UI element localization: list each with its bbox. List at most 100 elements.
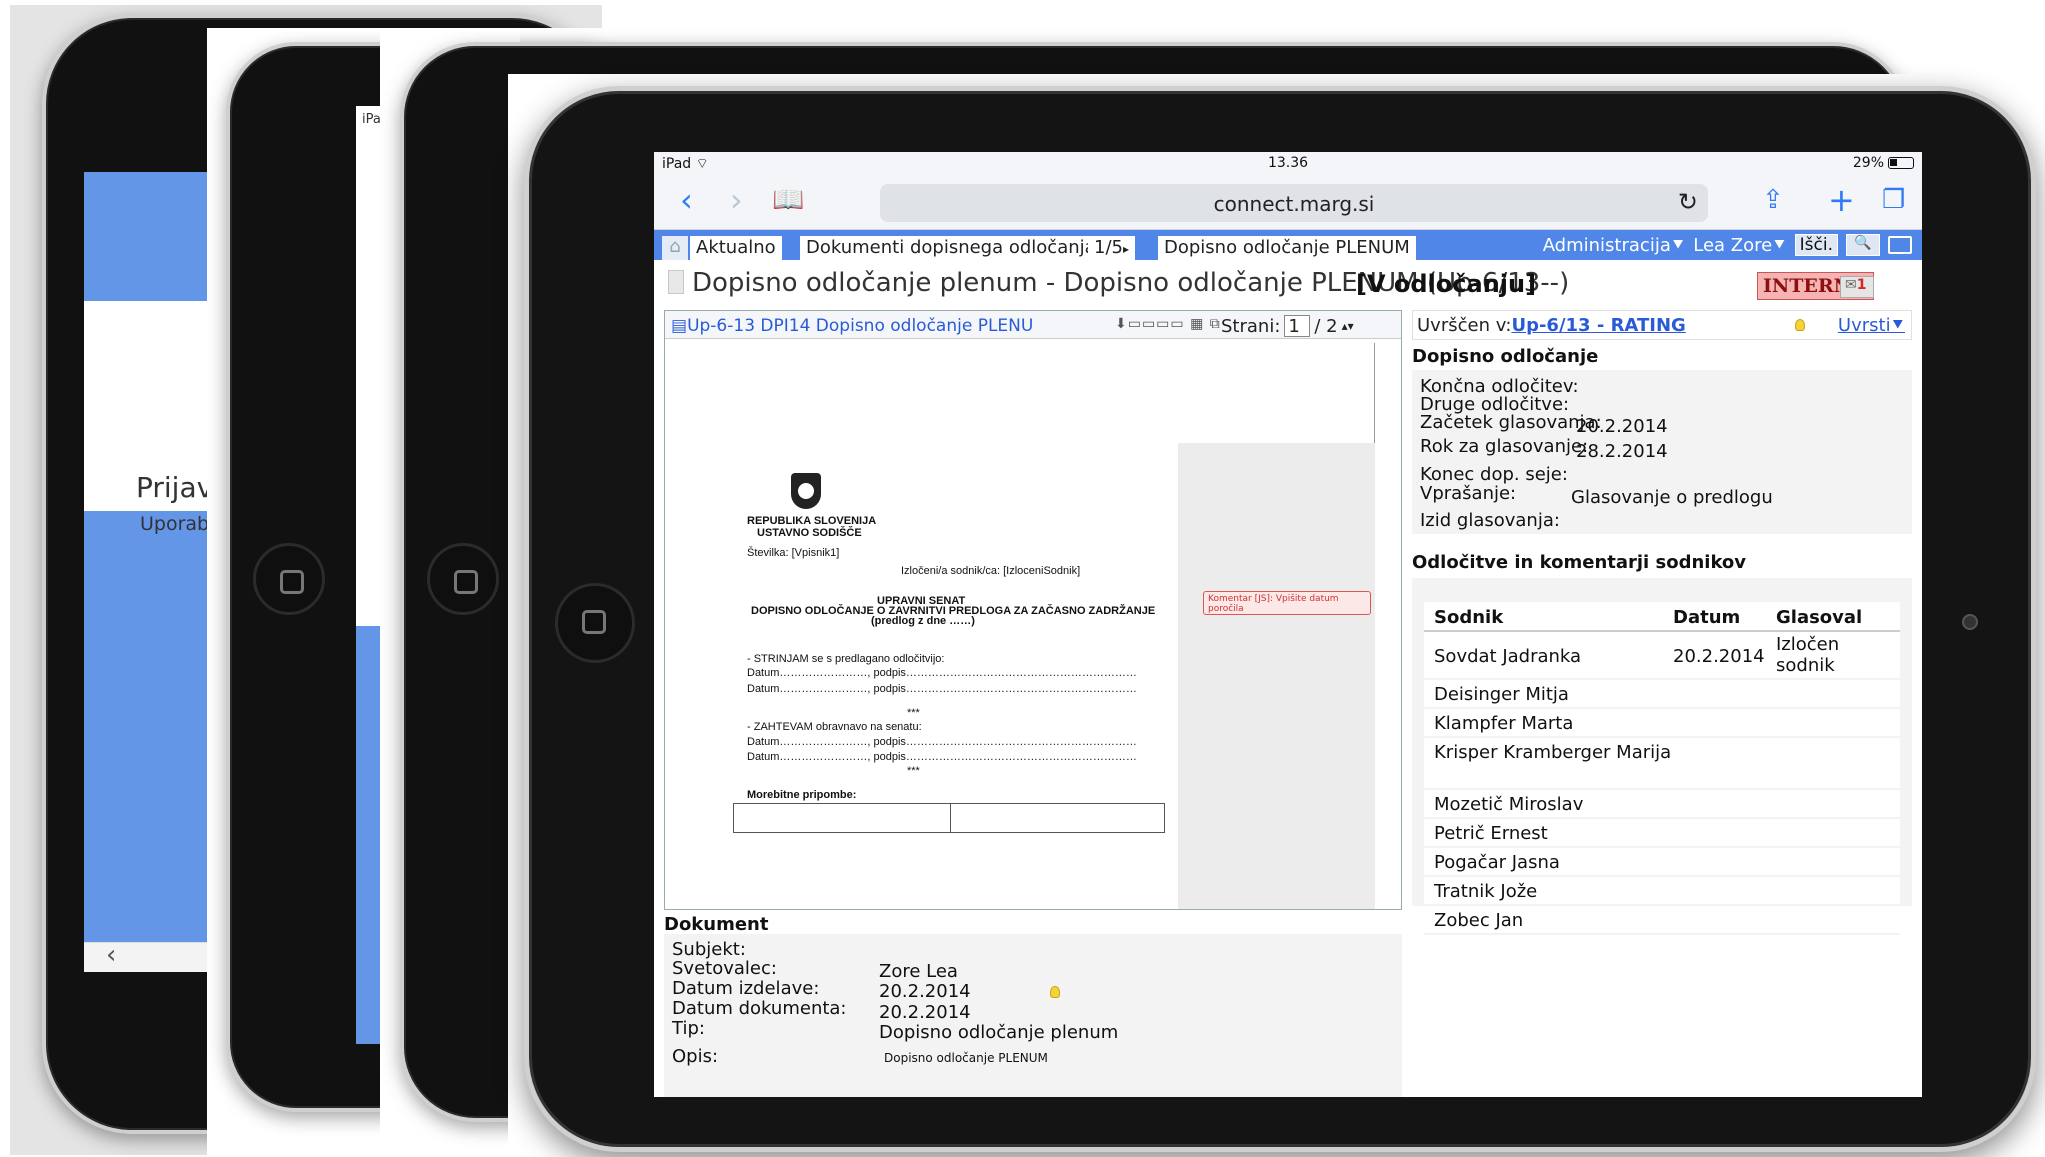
row-date: 20.2.2014 xyxy=(1673,646,1765,667)
login-card: Prijav Uporab xyxy=(84,301,213,535)
field-label-konec: Konec dop. seje: xyxy=(1420,464,1568,485)
table-row[interactable]: Deisinger Mitja xyxy=(1424,680,1900,709)
field-value-tip: Dopisno odločanje plenum xyxy=(879,1022,1119,1043)
status-bar: iPad ⌔ 13.36 29% xyxy=(654,152,1922,174)
doc-date-line: Datum……………………, podpis…………………………………………………… xyxy=(747,683,1137,695)
home-icon[interactable]: ⌂ xyxy=(662,236,688,260)
page-total: / 2 xyxy=(1314,315,1338,337)
column-header-sodnik[interactable]: Sodnik xyxy=(1434,607,1503,628)
field-value-rok: 28.2.2014 xyxy=(1576,441,1668,462)
lightbulb-icon[interactable] xyxy=(1795,319,1805,331)
table-row[interactable]: Krisper Kramberger Marija xyxy=(1424,738,1900,790)
table-row[interactable]: Tratnik Jože xyxy=(1424,877,1900,906)
field-label-svetovalec: Svetovalec: xyxy=(672,958,777,979)
doc-separator: *** xyxy=(907,765,920,777)
field-value-svetovalec: Zore Lea xyxy=(879,961,958,982)
row-judge: Pogačar Jasna xyxy=(1434,852,1560,873)
dokument-box: Subjekt: Svetovalec: Zore Lea Datum izde… xyxy=(664,934,1402,1097)
field-value-datum-dokumenta: 20.2.2014 xyxy=(879,1002,971,1023)
user-menu[interactable]: Lea Zore⯆ xyxy=(1693,235,1786,256)
row-vote: Izločen sodnik xyxy=(1776,634,1840,676)
classify-link[interactable]: Uvrsti⯆ xyxy=(1838,315,1905,336)
classification-bar: Uvrščen v:Up-6/13 - RATING Uvrsti⯆ xyxy=(1412,310,1912,340)
table-row[interactable]: Sovdat Jadranka 20.2.2014 Izločen sodnik xyxy=(1424,632,1900,680)
camera-icon xyxy=(1962,614,1978,630)
back-icon[interactable]: ‹ xyxy=(680,182,693,218)
home-button-icon xyxy=(253,543,325,615)
judges-table: Sodnik Datum Glasoval Sovdat Jadranka 20… xyxy=(1424,602,1900,935)
page-label: Strani: xyxy=(1221,315,1281,337)
forward-icon[interactable]: › xyxy=(730,182,743,218)
row-judge: Deisinger Mitja xyxy=(1434,684,1569,705)
breadcrumb-aktualno[interactable]: Aktualno xyxy=(690,236,782,260)
doc-comment[interactable]: Komentar [JS]: Vpišite datum poročila xyxy=(1203,591,1371,615)
field-label-izid: Izid glasovanja: xyxy=(1420,510,1560,531)
address-bar[interactable]: connect.marg.si ↻ xyxy=(880,184,1708,222)
bookmarks-icon[interactable]: 📖 xyxy=(772,182,804,218)
status-label: [V odločanju] xyxy=(1356,270,1537,298)
battery-icon xyxy=(1888,157,1914,169)
field-label-opis: Opis: xyxy=(672,1046,719,1067)
battery-percent: 29% xyxy=(1852,155,1884,171)
document-preview[interactable]: ▤Up-6-13 DPI14 Dopisno odločanje PLENU ⬇… xyxy=(664,310,1402,910)
table-row[interactable]: Klampfer Marta xyxy=(1424,709,1900,738)
app-navbar: ⌂ Aktualno Dokumenti dopisnega odločanja… xyxy=(654,230,1922,260)
field-label-subjekt: Subjekt: xyxy=(672,939,746,960)
back-icon: ‹ xyxy=(106,940,117,970)
home-button-icon xyxy=(427,543,499,615)
classified-link[interactable]: Up-6/13 - RATING xyxy=(1511,315,1685,336)
background-bottom-bar: ‹ xyxy=(84,940,208,972)
table-row[interactable]: Petrič Ernest xyxy=(1424,819,1900,848)
page-arrows-icon[interactable]: ▴▾ xyxy=(1342,319,1354,333)
odlocitve-heading: Odločitve in komentarji sodnikov xyxy=(1412,552,1747,573)
column-header-datum[interactable]: Datum xyxy=(1673,607,1740,628)
row-judge: Zobec Jan xyxy=(1434,910,1524,931)
login-title: Prijav xyxy=(136,471,214,504)
share-icon[interactable]: ⇪ xyxy=(1762,182,1784,218)
preview-tools-icon[interactable]: ⬇▭▭▭▭ ▦ ⧉ xyxy=(1115,316,1221,332)
lightbulb-icon[interactable] xyxy=(1050,986,1060,998)
dokument-heading: Dokument xyxy=(664,914,769,935)
field-label-vprasanje: Vprašanje: xyxy=(1420,483,1517,504)
monitor-icon[interactable] xyxy=(1888,236,1912,254)
doc-org-line-1: REPUBLIKA SLOVENIJA xyxy=(747,515,877,527)
search-options-icon[interactable]: 🔍 xyxy=(1846,234,1880,256)
search-button[interactable]: Išči. xyxy=(1794,234,1838,256)
document-icon xyxy=(668,270,684,294)
mail-icon[interactable]: ✉1 xyxy=(1840,276,1874,298)
new-tab-icon[interactable]: + xyxy=(1828,182,1855,218)
breadcrumb-current[interactable]: Dopisno odločanje PLENUM xyxy=(1158,236,1416,260)
page-navigator: Strani: 1 / 2 ▴▾ xyxy=(1221,315,1354,337)
breadcrumb-dokumenti[interactable]: Dokumenti dopisnega odločanja xyxy=(800,236,1102,260)
page-input[interactable]: 1 xyxy=(1284,315,1311,337)
admin-menu[interactable]: Administracija⯆ xyxy=(1543,235,1686,256)
table-header: Sodnik Datum Glasoval xyxy=(1424,602,1900,632)
doc-request: - ZAHTEVAM obravnavo na senatu: xyxy=(747,721,922,733)
row-judge: Mozetič Miroslav xyxy=(1434,794,1584,815)
table-row[interactable]: Zobec Jan xyxy=(1424,906,1900,935)
reload-icon[interactable]: ↻ xyxy=(1678,188,1698,216)
background-screen-1: Prijav Uporab ‹ xyxy=(84,172,213,972)
doc-excluded-judge: Izločeni/a sodnik/ca: [IzloceniSodnik] xyxy=(901,565,1081,577)
login-subtitle: Uporab xyxy=(140,513,210,535)
row-judge: Petrič Ernest xyxy=(1434,823,1548,844)
row-judge: Klampfer Marta xyxy=(1434,713,1574,734)
doc-date-line: Datum……………………, podpis…………………………………………………… xyxy=(747,751,1137,763)
field-label-tip: Tip: xyxy=(672,1018,705,1039)
row-judge: Sovdat Jadranka xyxy=(1434,646,1582,667)
table-row[interactable]: Mozetič Miroslav xyxy=(1424,790,1900,819)
table-row[interactable]: Pogačar Jasna xyxy=(1424,848,1900,877)
breadcrumb-page-counter[interactable]: 1/5▸ xyxy=(1088,236,1135,260)
next-icon[interactable]: ▸ xyxy=(1123,242,1129,256)
column-header-glasoval[interactable]: Glasoval xyxy=(1776,607,1862,628)
tabs-icon[interactable]: ❐ xyxy=(1882,182,1905,218)
field-label-zacetek: Začetek glasovanja: xyxy=(1420,412,1602,433)
document-link[interactable]: ▤Up-6-13 DPI14 Dopisno odločanje PLENU xyxy=(671,316,1033,336)
document-titlebar: Dopisno odločanje plenum - Dopisno odloč… xyxy=(654,260,1922,306)
doc-date-line: Datum……………………, podpis…………………………………………………… xyxy=(747,736,1137,748)
field-value-vprasanje: Glasovanje o predlogu xyxy=(1571,487,1773,508)
ipad-screen: iPad ⌔ 13.36 29% ‹ › 📖 connect.marg.si ↻… xyxy=(654,152,1922,1097)
row-judge: Tratnik Jože xyxy=(1434,881,1538,902)
background-screen-2: iPa xyxy=(356,106,381,1044)
doc-signature-table xyxy=(733,803,1165,833)
